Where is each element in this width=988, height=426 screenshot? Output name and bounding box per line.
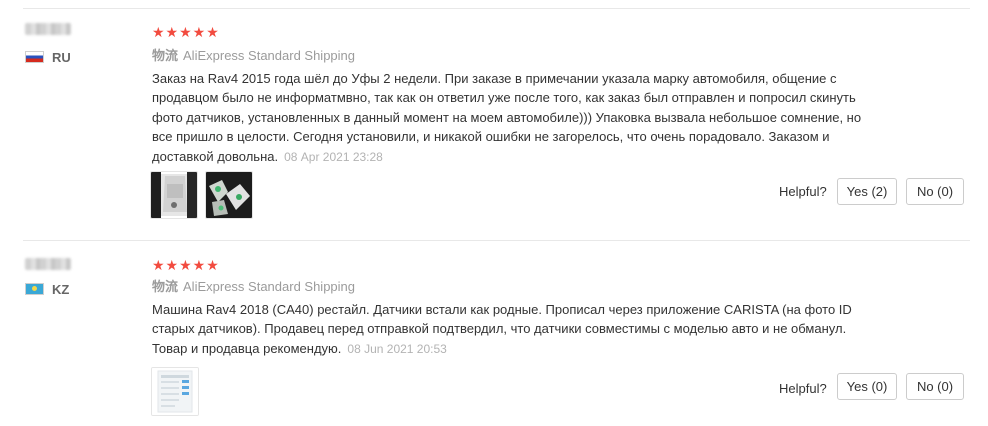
review-text: Заказ на Rav4 2015 года шёл до Уфы 2 нед… xyxy=(152,71,862,164)
shipping-label: 物流 xyxy=(152,279,179,294)
helpful-label: Helpful? xyxy=(779,184,827,199)
shipping-label: 物流 xyxy=(152,48,179,63)
user-country: RU xyxy=(25,49,71,65)
rating-stars: ★★★★★ xyxy=(152,257,220,273)
review-text: Машина Rav4 2018 (CA40) рестайл. Датчики… xyxy=(152,302,852,356)
review-photo-thumbnail[interactable] xyxy=(151,367,199,416)
review-date: 08 Jun 2021 20:53 xyxy=(347,341,447,356)
country-code: RU xyxy=(52,49,71,65)
user-name-blurred xyxy=(25,23,71,35)
country-code: KZ xyxy=(52,281,70,297)
photo-icon xyxy=(151,172,197,218)
helpful-no-button[interactable]: No (0) xyxy=(906,178,964,205)
review-item: RU ★★★★★ 物流 AliExpress Standard Shipping … xyxy=(0,9,988,240)
review-date: 08 Apr 2021 23:28 xyxy=(284,149,383,164)
review-text-block: Машина Rav4 2018 (CA40) рестайл. Датчики… xyxy=(152,300,872,359)
review-text-block: Заказ на Rav4 2015 года шёл до Уфы 2 нед… xyxy=(152,69,872,167)
shipping-method: AliExpress Standard Shipping xyxy=(183,279,356,294)
shipping-info: 物流 AliExpress Standard Shipping xyxy=(152,48,355,64)
rating-stars: ★★★★★ xyxy=(152,24,220,40)
helpful-no-button[interactable]: No (0) xyxy=(906,373,964,400)
review-photo-thumbnail[interactable] xyxy=(150,171,198,219)
photo-icon xyxy=(206,172,252,218)
screenshot-icon xyxy=(152,368,198,415)
user-name-blurred xyxy=(25,258,71,270)
review-photo-thumbnail[interactable] xyxy=(205,171,253,219)
helpful-yes-button[interactable]: Yes (2) xyxy=(837,178,897,205)
russia-flag-icon xyxy=(25,51,44,63)
shipping-info: 物流 AliExpress Standard Shipping xyxy=(152,279,355,295)
user-country: KZ xyxy=(25,281,69,297)
helpful-yes-button[interactable]: Yes (0) xyxy=(837,373,897,400)
kazakhstan-flag-icon xyxy=(25,283,44,295)
helpful-label: Helpful? xyxy=(779,381,827,396)
shipping-method: AliExpress Standard Shipping xyxy=(183,48,356,63)
review-item: KZ ★★★★★ 物流 AliExpress Standard Shipping … xyxy=(0,241,988,426)
